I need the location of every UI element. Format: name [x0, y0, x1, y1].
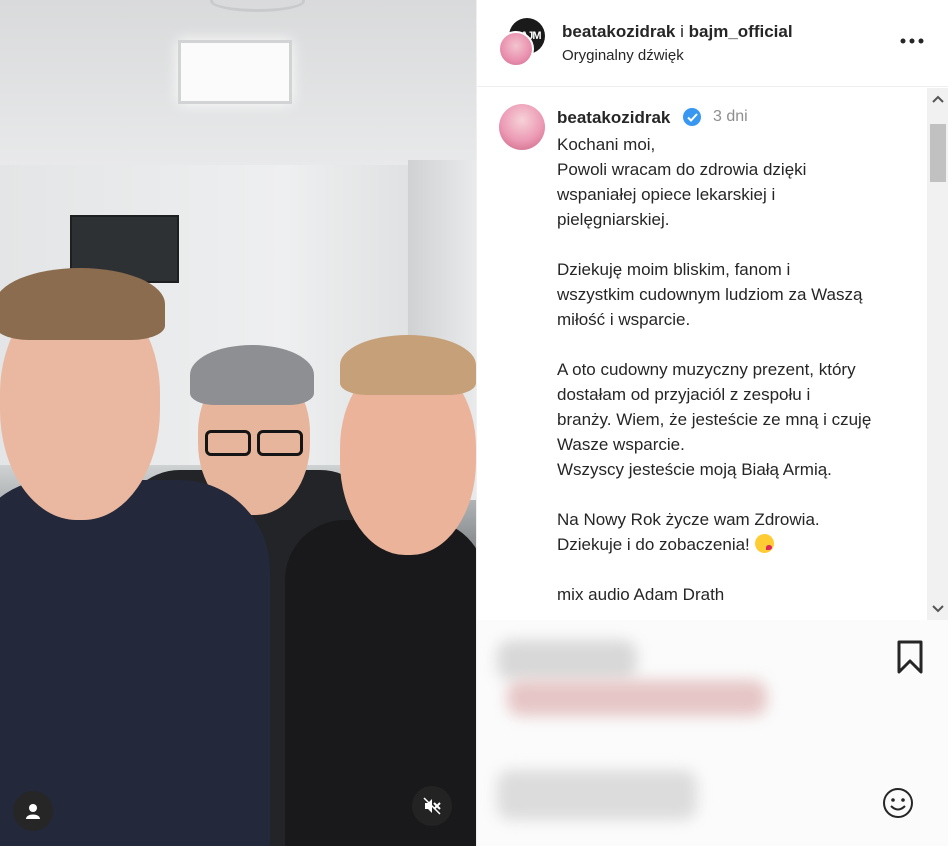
header-avatar-beatakozidrak[interactable]: [498, 31, 534, 67]
scrollbar-thumb[interactable]: [930, 124, 946, 182]
caption-line: branży. Wiem, że jesteście ze mną i czuj…: [557, 410, 872, 429]
scroll-up-arrow[interactable]: [927, 88, 948, 110]
verified-badge-icon: [683, 108, 701, 126]
caption-timestamp[interactable]: 3 dni: [713, 108, 748, 126]
post-header: BAJM beatakozidrak i bajm_official Orygi…: [477, 0, 948, 87]
caption-line: Powoli wracam do zdrowia dzięki: [557, 160, 807, 179]
header-separator: i: [680, 22, 684, 41]
post-side-panel: BAJM beatakozidrak i bajm_official Orygi…: [476, 0, 948, 846]
caption-line: Dziekuje i do zobaczenia!: [557, 532, 917, 557]
caption-line: A oto cudowny muzyczny prezent, który: [557, 360, 856, 379]
caption-line: [557, 332, 917, 357]
caption-line: mix audio Adam Drath: [557, 585, 725, 604]
caption-line: Na Nowy Rok życze wam Zdrowia.: [557, 510, 820, 529]
emoji-icon: [883, 788, 913, 818]
caption-line: [557, 482, 917, 507]
user-avatar-icon: [26, 804, 40, 819]
chevron-down-icon: [932, 605, 944, 613]
caption-line: Wszyscy jesteście moją Białą Armią.: [557, 460, 832, 479]
caption-text: Kochani moi, Powoli wracam do zdrowia dzi…: [557, 132, 917, 607]
caption-scrollbar[interactable]: [927, 88, 948, 620]
caption-scroll-area[interactable]: beatakozidrak 3 dni Kochani moi, Powoli w…: [477, 88, 948, 620]
header-user-1[interactable]: beatakozidrak: [562, 22, 675, 41]
header-user-2[interactable]: bajm_official: [689, 22, 793, 41]
bookmark-button[interactable]: [895, 640, 929, 676]
bookmark-icon: [897, 640, 923, 674]
caption-line: wszystkim cudownym ludziom za Waszą: [557, 285, 863, 304]
caption-line: pielęgniarskiej.: [557, 210, 670, 229]
mute-toggle-button[interactable]: [412, 786, 452, 826]
kiss-emoji-icon: [754, 534, 774, 553]
audio-label-link[interactable]: Oryginalny dźwięk: [562, 47, 684, 64]
caption-avatar[interactable]: [499, 104, 545, 150]
emoji-picker-button[interactable]: [881, 786, 917, 822]
muted-speaker-icon: [423, 797, 441, 815]
caption-line: Wasze wsparcie.: [557, 435, 685, 454]
caption-line: [557, 232, 917, 257]
header-title: beatakozidrak i bajm_official: [562, 22, 793, 42]
caption-line: dostałam od przyjaciól z zespołu i: [557, 385, 811, 404]
video-ceiling-lamp: [178, 40, 292, 104]
more-options-icon: [900, 38, 924, 44]
more-options-button[interactable]: [897, 26, 927, 56]
user-tag-button[interactable]: [13, 791, 53, 831]
chevron-up-icon: [932, 95, 944, 103]
instagram-post-view: BAJM beatakozidrak i bajm_official Orygi…: [0, 0, 948, 846]
caption-line: wspaniałej opiece lekarskiej i: [557, 185, 776, 204]
blurred-actions-area: [477, 620, 948, 846]
caption-username[interactable]: beatakozidrak: [557, 108, 670, 128]
caption-line: miłość i wsparcie.: [557, 310, 691, 329]
scroll-down-arrow[interactable]: [927, 598, 948, 620]
caption-line: [557, 557, 917, 582]
caption-line: Dziekuję moim bliskim, fanom i: [557, 260, 791, 279]
video-player[interactable]: [0, 0, 476, 846]
caption-line: Kochani moi,: [557, 135, 656, 154]
